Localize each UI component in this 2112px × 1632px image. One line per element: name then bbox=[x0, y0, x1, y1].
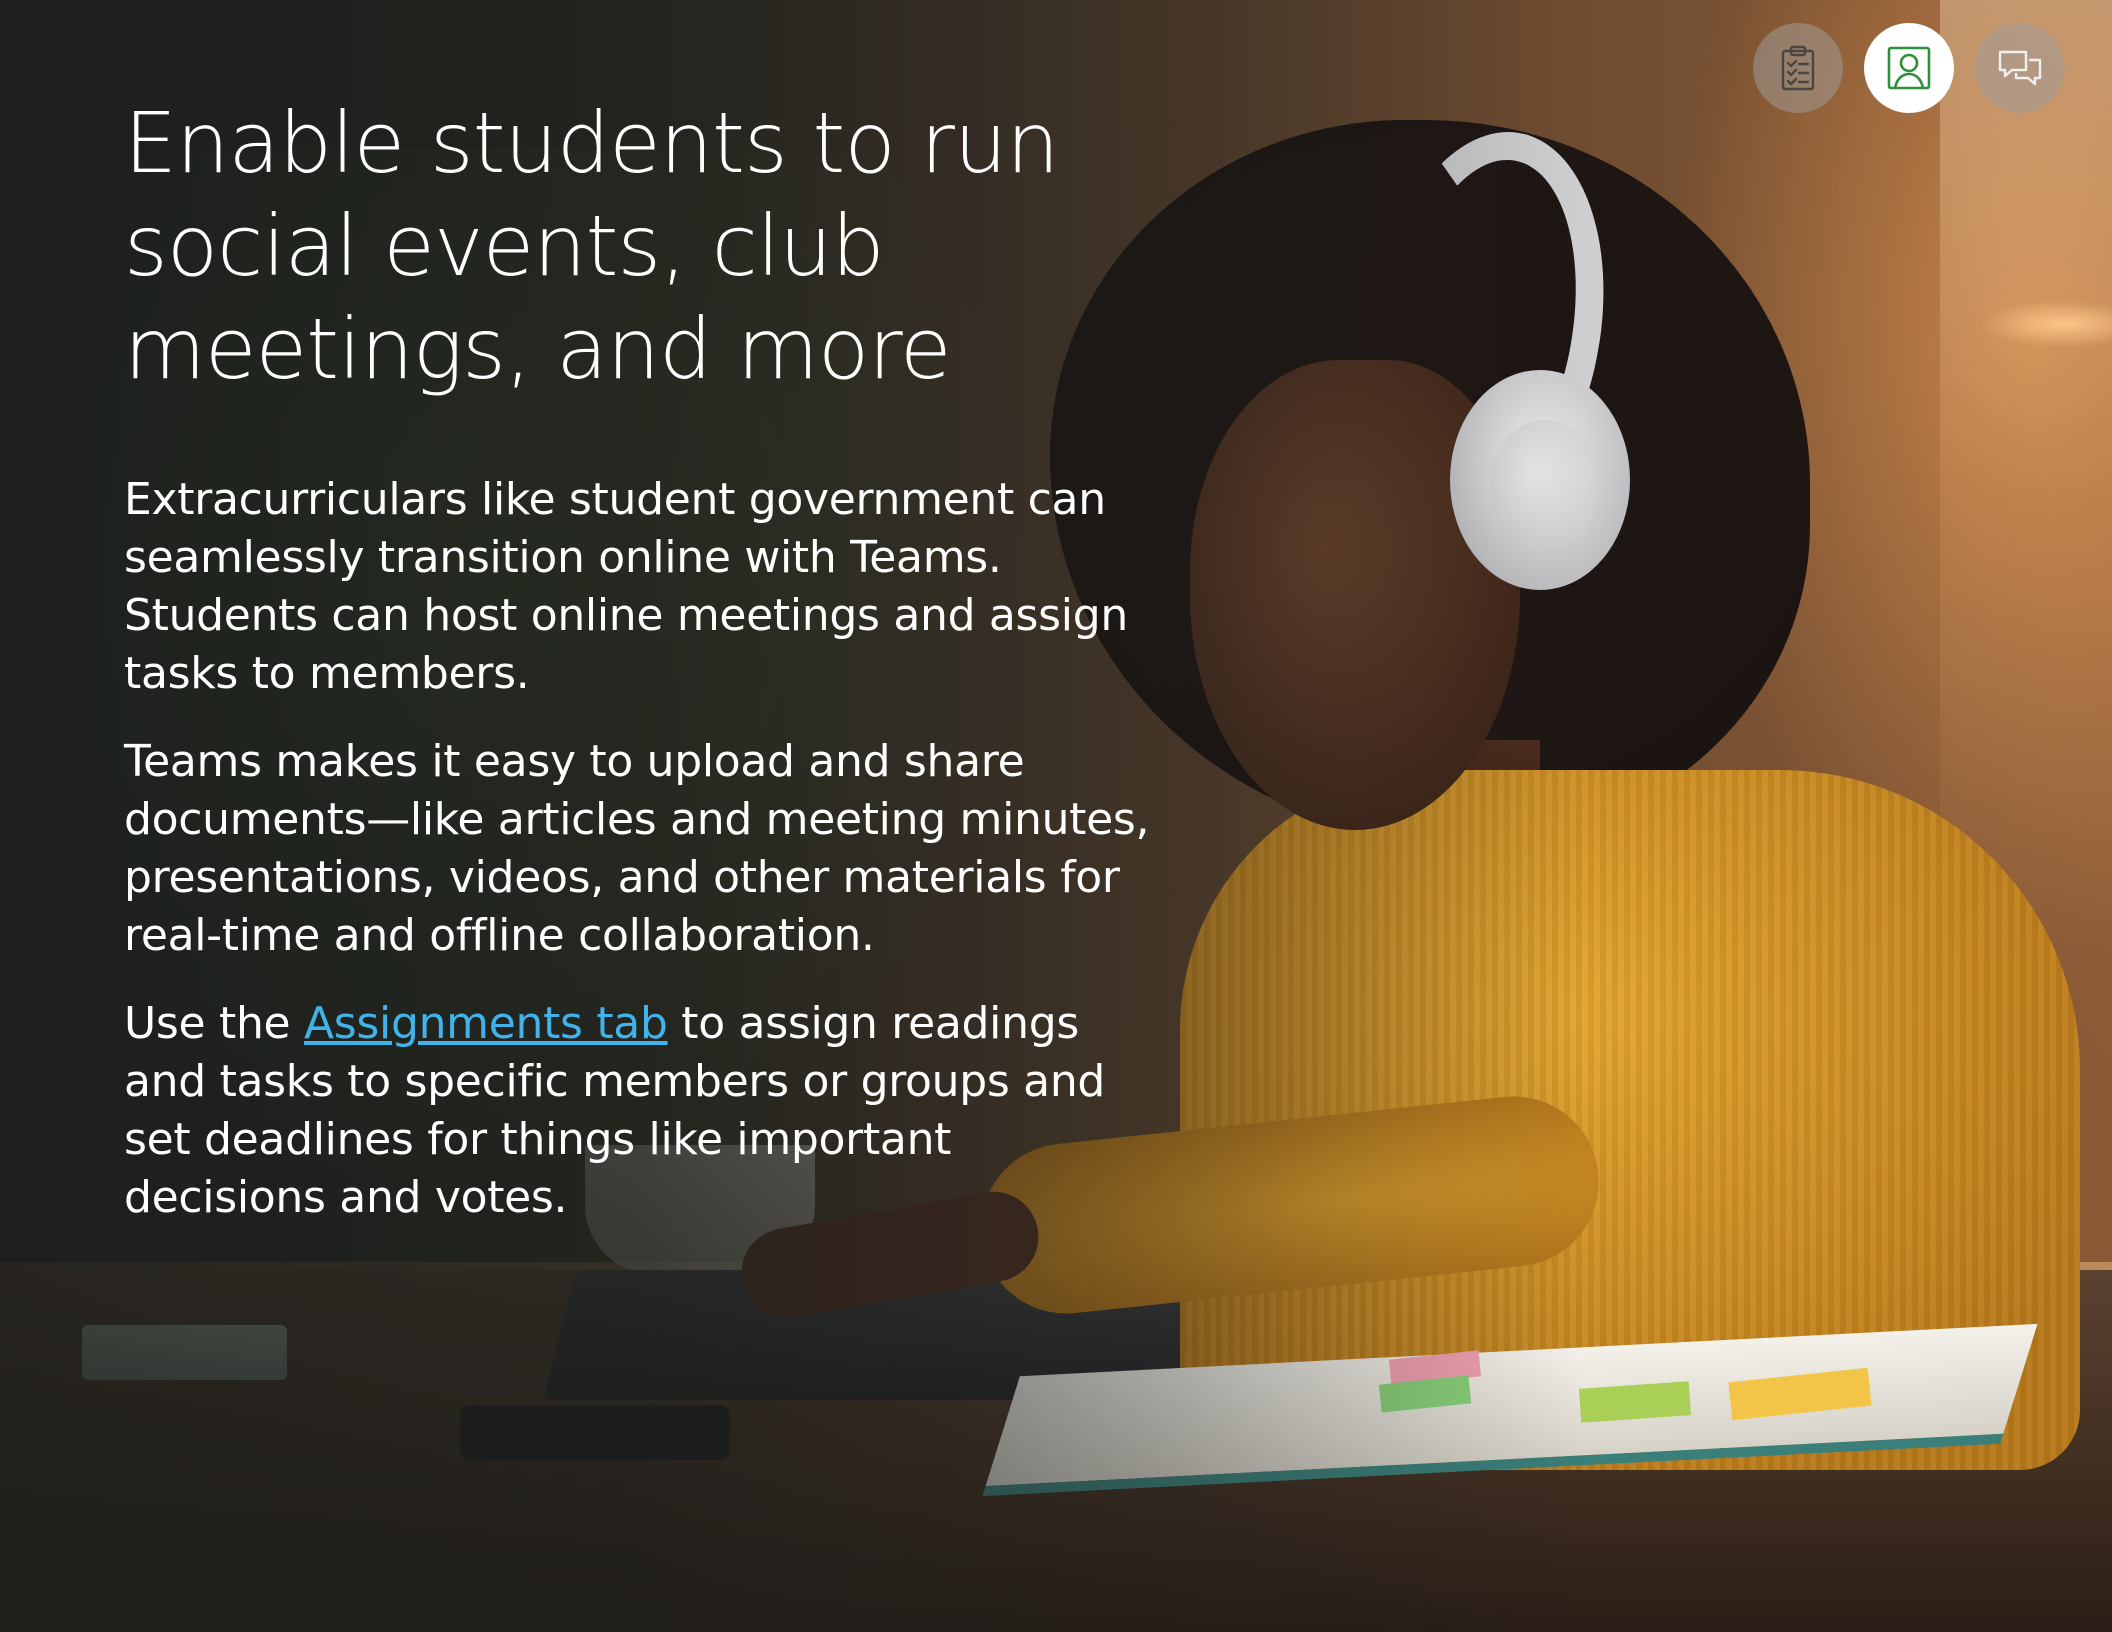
nav-button-presenter[interactable] bbox=[1864, 23, 1954, 113]
body-paragraph-extracurriculars: Extracurriculars like student government… bbox=[124, 474, 1128, 699]
assignments-tab-link[interactable]: Assignments tab bbox=[304, 998, 668, 1049]
body-paragraph-documents: Teams makes it easy to upload and share … bbox=[124, 736, 1150, 961]
person-presenter-icon bbox=[1887, 46, 1931, 90]
nav-button-checklist[interactable] bbox=[1753, 23, 1843, 113]
page-title: Enable students to run social events, cl… bbox=[124, 94, 1059, 398]
body-paragraph-assignments: Use the Assignments tab to assign readin… bbox=[124, 995, 1164, 1227]
content-panel: Enable students to run social events, cl… bbox=[124, 92, 1164, 1227]
chat-bubbles-icon bbox=[1998, 50, 2042, 86]
assignments-text-prefix: Use the bbox=[124, 998, 304, 1049]
section-nav bbox=[1753, 23, 2065, 113]
clipboard-checklist-icon bbox=[1781, 45, 1815, 91]
nav-button-chat[interactable] bbox=[1975, 23, 2065, 113]
